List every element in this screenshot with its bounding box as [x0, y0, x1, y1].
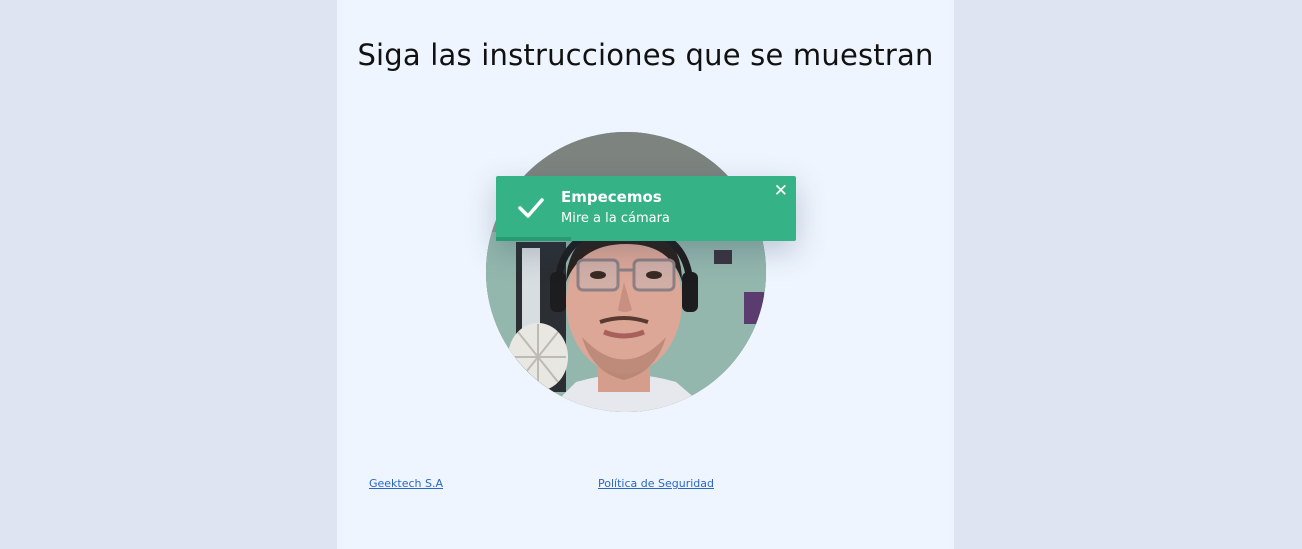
close-icon[interactable]: ✕ — [774, 181, 788, 201]
company-link[interactable]: Geektech S.A — [369, 477, 443, 490]
toast-title: Empecemos — [561, 188, 662, 206]
camera-feed — [486, 132, 766, 412]
check-icon — [518, 198, 544, 218]
camera-frame-image — [486, 132, 766, 412]
security-policy-link[interactable]: Política de Seguridad — [598, 477, 714, 490]
toast-message: Mire a la cámara — [561, 211, 670, 226]
notification-toast: Empecemos Mire a la cámara ✕ — [496, 176, 796, 241]
page-title: Siga las instrucciones que se muestran — [357, 38, 934, 72]
main-panel: Siga las instrucciones que se muestran E… — [337, 0, 954, 549]
toast-progress-bar — [496, 237, 571, 241]
